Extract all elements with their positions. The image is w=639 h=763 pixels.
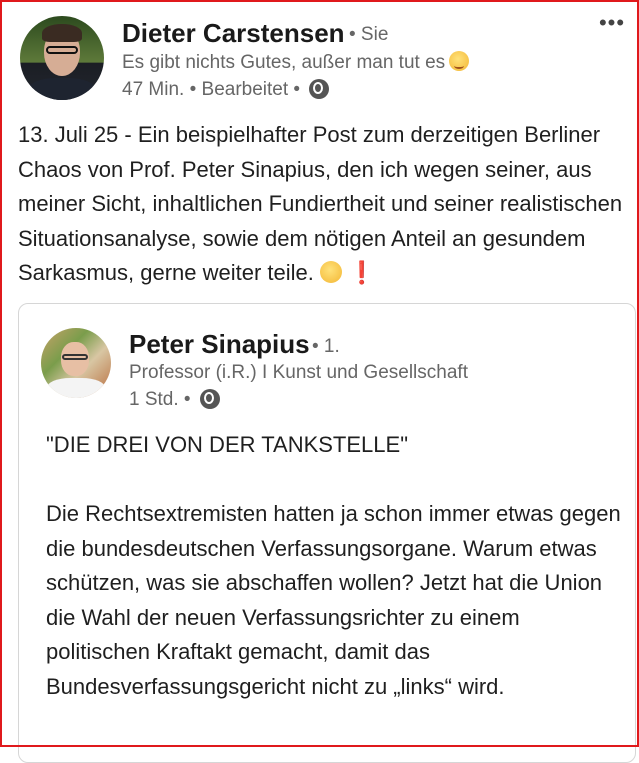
highlight-frame xyxy=(0,0,639,747)
